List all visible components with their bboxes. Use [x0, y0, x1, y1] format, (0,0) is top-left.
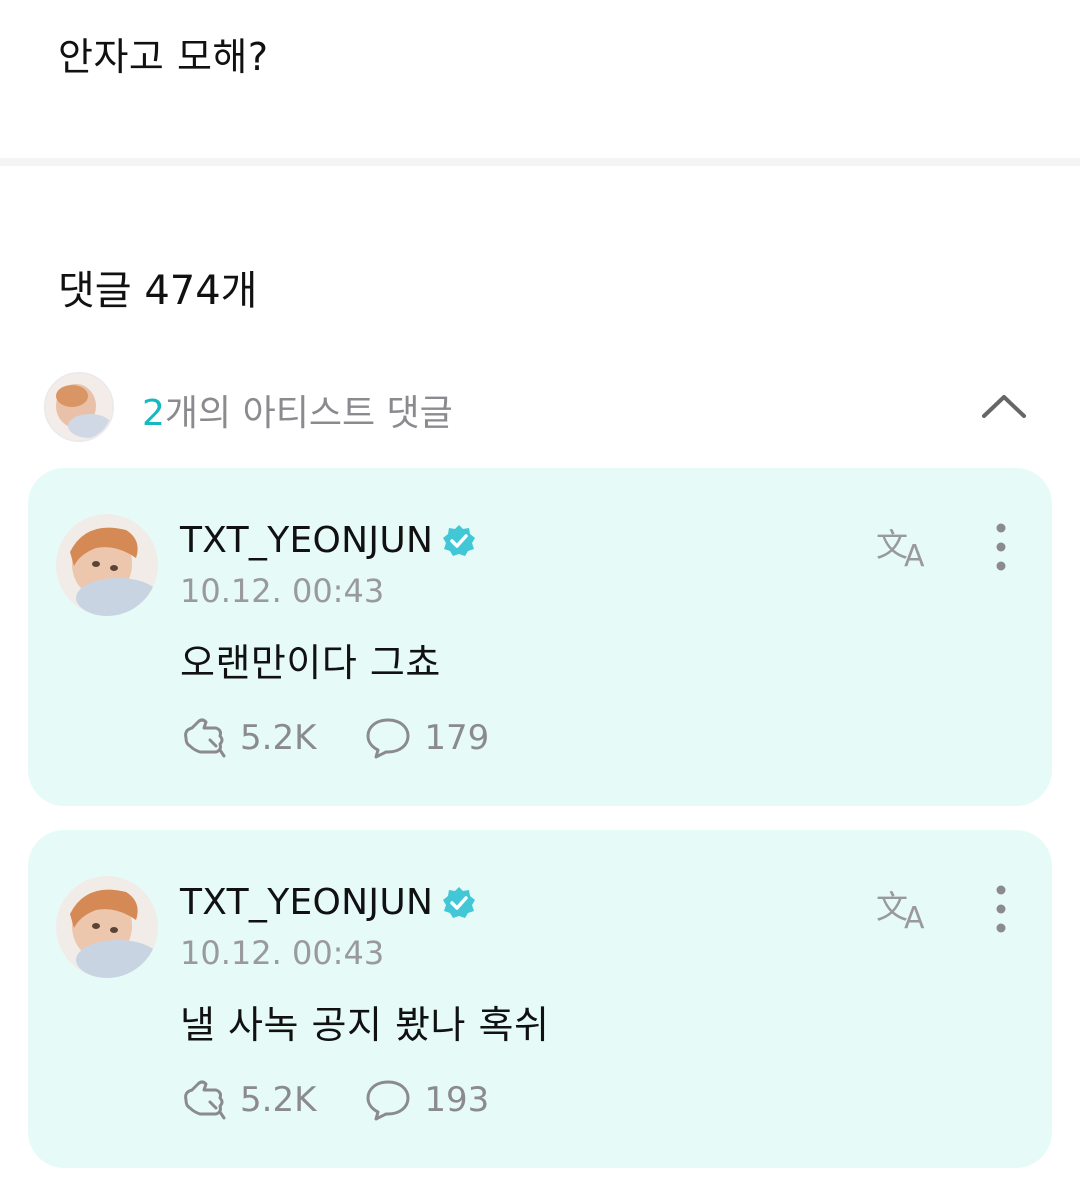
- avatar[interactable]: [56, 514, 158, 616]
- comment-timestamp: 10.12. 00:43: [180, 572, 385, 610]
- comment-username[interactable]: TXT_YEONJUN: [180, 882, 477, 923]
- comment-actions: 5.2K 179: [180, 716, 489, 760]
- comment-text: 낼 사녹 공지 봤나 혹쉬: [180, 1003, 550, 1047]
- verified-badge-icon: [443, 886, 476, 918]
- like-hand-icon: [184, 1080, 226, 1120]
- comment-timestamp: 10.12. 00:43: [180, 934, 385, 972]
- reply-button[interactable]: 179: [364, 716, 489, 760]
- speech-bubble-icon: [366, 1080, 410, 1121]
- comment-actions: 5.2K 193: [180, 1078, 489, 1122]
- artist-comments-label: 2개의 아티스트 댓글: [142, 384, 453, 436]
- svg-text:A: A: [904, 539, 925, 570]
- more-vertical-icon[interactable]: [984, 882, 1018, 936]
- comment-text: 오랜만이다 그쵸: [180, 641, 441, 685]
- post-text: 안자고 모해?: [58, 35, 269, 79]
- verified-badge-icon: [443, 524, 476, 556]
- like-button[interactable]: 5.2K: [180, 716, 316, 760]
- comment-username[interactable]: TXT_YEONJUN: [180, 520, 477, 561]
- speech-bubble-icon: [366, 718, 410, 759]
- artist-comments-count: 2: [142, 393, 165, 434]
- reply-count: 193: [424, 1080, 490, 1120]
- artist-comments-toggle[interactable]: 2개의 아티스트 댓글: [44, 372, 1034, 444]
- like-button[interactable]: 5.2K: [180, 1078, 316, 1122]
- artist-comment-card: TXT_YEONJUN 10.12. 00:43 오랜만이다 그쵸 文 A 5.…: [28, 468, 1052, 806]
- reply-button[interactable]: 193: [364, 1078, 489, 1122]
- section-divider: [0, 158, 1080, 166]
- like-count: 5.2K: [240, 1080, 317, 1120]
- translate-icon[interactable]: 文 A: [874, 522, 934, 574]
- artist-avatar: [44, 372, 114, 442]
- svg-text:A: A: [904, 901, 925, 932]
- username-text: TXT_YEONJUN: [180, 520, 434, 561]
- reply-count: 179: [424, 718, 490, 758]
- avatar[interactable]: [56, 876, 158, 978]
- like-count: 5.2K: [240, 718, 317, 758]
- comments-count-title: 댓글 474개: [58, 268, 258, 314]
- username-text: TXT_YEONJUN: [180, 882, 434, 923]
- chevron-up-icon[interactable]: [974, 380, 1034, 430]
- more-vertical-icon[interactable]: [984, 520, 1018, 574]
- artist-comments-text: 개의 아티스트 댓글: [164, 393, 453, 434]
- artist-comment-card: TXT_YEONJUN 10.12. 00:43 낼 사녹 공지 봤나 혹쉬 文…: [28, 830, 1052, 1168]
- translate-icon[interactable]: 文 A: [874, 884, 934, 936]
- like-hand-icon: [184, 718, 226, 758]
